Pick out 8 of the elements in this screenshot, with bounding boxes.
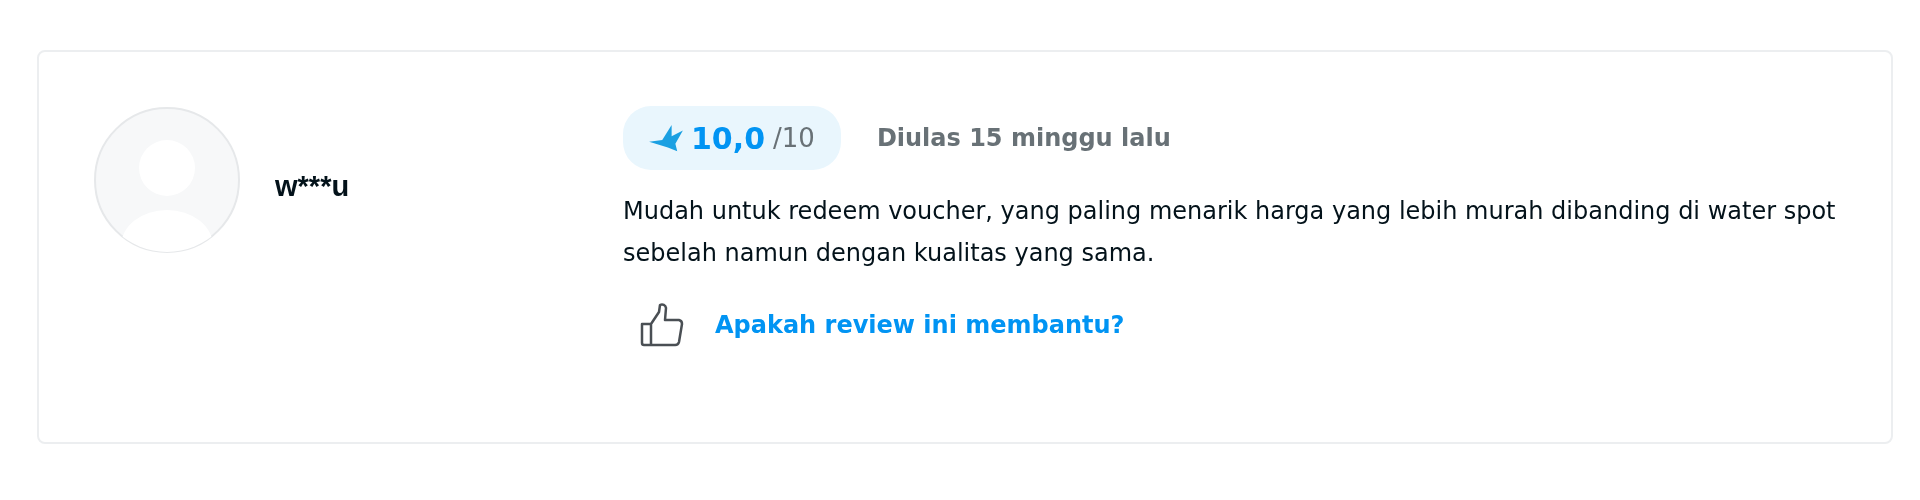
- review-date: Diulas 15 minggu lalu: [876, 124, 1171, 152]
- thumbs-up-icon[interactable]: [639, 302, 685, 348]
- review-text: Mudah untuk redeem voucher, yang paling menarik harga yang lebih murah dibanding di water spot sebelah namun dengan kualitas yang sama.: [623, 196, 1837, 269]
- reviewer-name: w***u: [275, 170, 350, 204]
- helpful-link[interactable]: Apakah review ini membantu?: [715, 311, 1125, 339]
- avatar-icon: [93, 106, 241, 254]
- rating-score: 10,0: [691, 120, 766, 156]
- rating-scale: /10: [773, 123, 815, 153]
